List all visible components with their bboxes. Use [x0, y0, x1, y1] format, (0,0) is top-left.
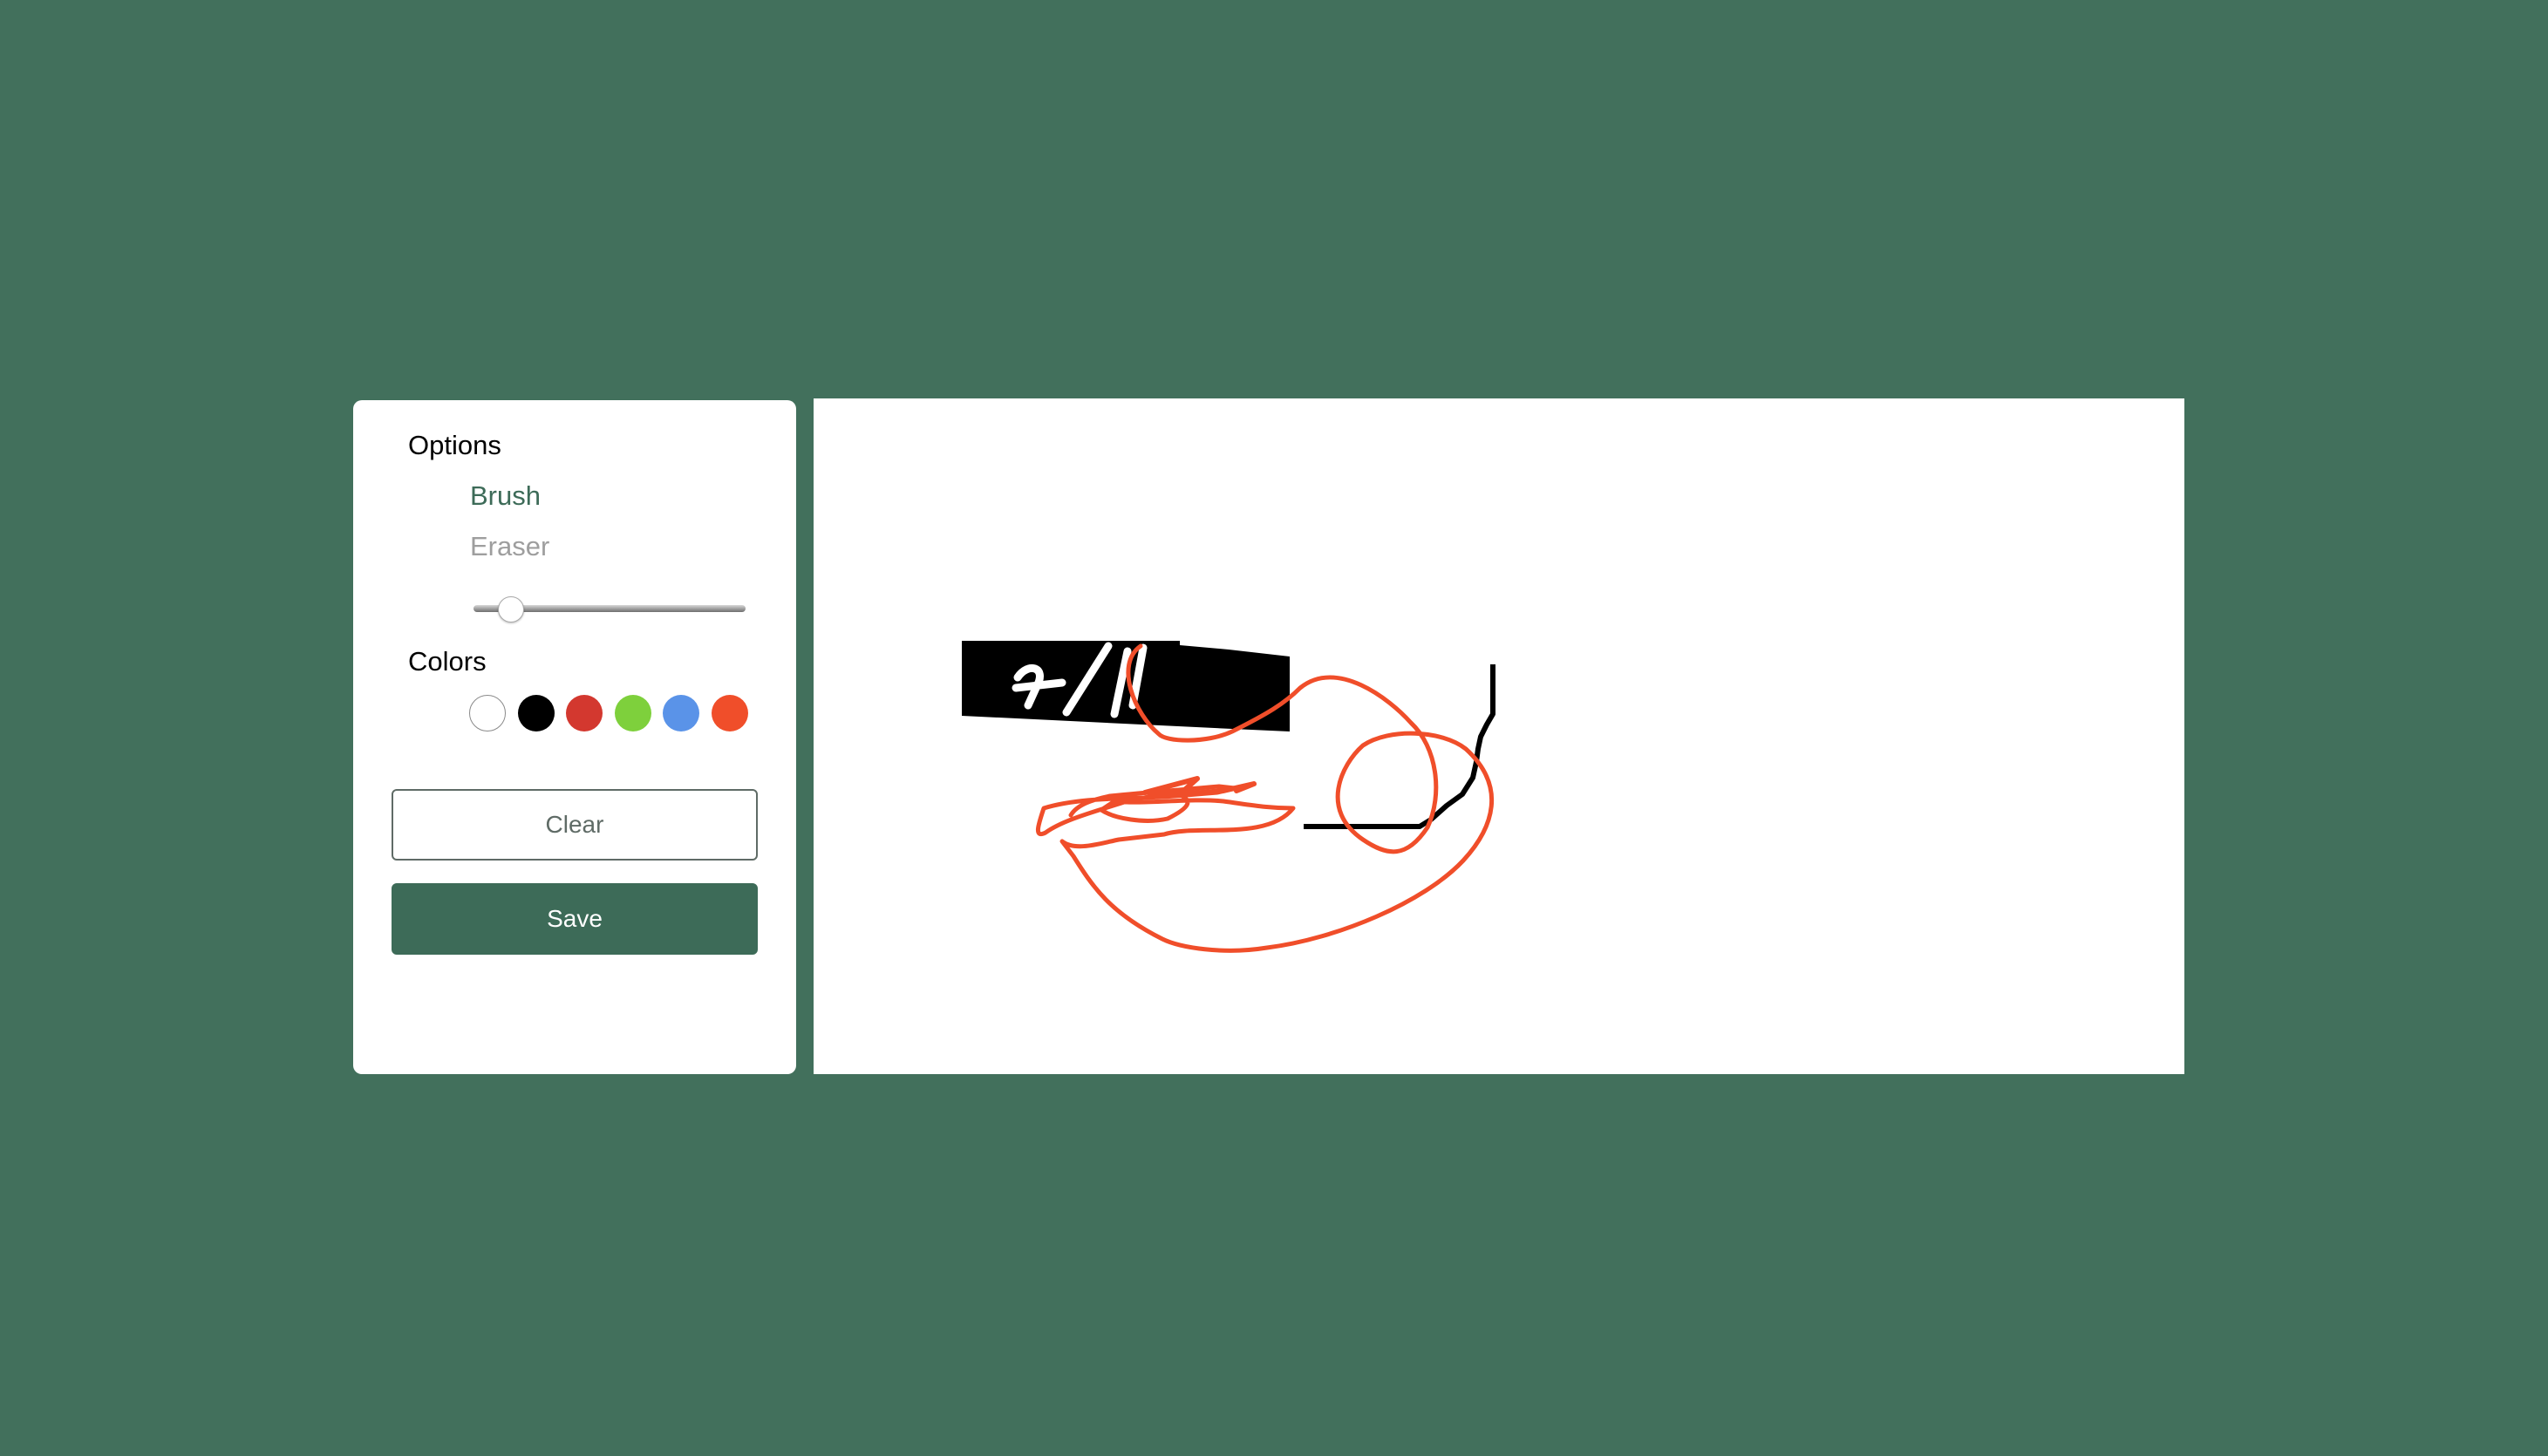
tool-eraser[interactable]: Eraser	[470, 531, 549, 562]
brush-size-slider[interactable]	[473, 596, 746, 623]
tool-brush[interactable]: Brush	[470, 480, 541, 512]
colors-title: Colors	[408, 646, 487, 677]
options-panel: Options Brush Eraser Colors Clear Save	[353, 400, 796, 1074]
color-swatch-black[interactable]	[517, 695, 555, 731]
save-button[interactable]: Save	[392, 883, 758, 955]
clear-button[interactable]: Clear	[392, 789, 758, 861]
color-swatch-blue[interactable]	[663, 695, 699, 731]
slider-thumb[interactable]	[498, 596, 524, 623]
drawing-canvas[interactable]	[814, 398, 2184, 1074]
options-title: Options	[408, 430, 501, 460]
color-swatch-white[interactable]	[469, 695, 506, 731]
color-swatch-orange[interactable]	[711, 695, 748, 731]
color-swatch-green[interactable]	[614, 695, 651, 731]
canvas-drawing	[962, 641, 1495, 953]
color-swatch-red[interactable]	[566, 695, 603, 731]
